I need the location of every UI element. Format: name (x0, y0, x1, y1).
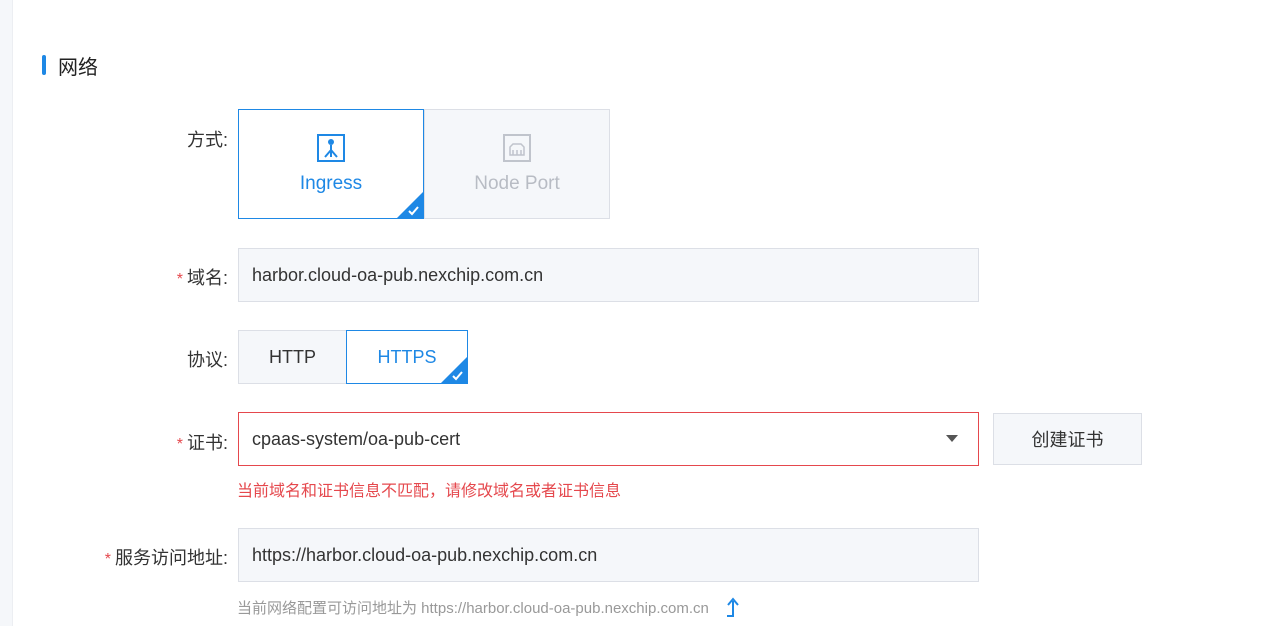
required-mark: * (176, 436, 183, 453)
certificate-select[interactable]: cpaas-system/oa-pub-cert (238, 412, 979, 466)
protocol-option-https[interactable]: HTTPS (346, 330, 468, 384)
ingress-icon (317, 134, 345, 162)
protocol-option-label: HTTPS (377, 346, 437, 367)
selected-check-icon (397, 192, 423, 218)
certificate-label: * 证书: (177, 429, 228, 455)
jump-arrow-icon[interactable] (723, 596, 743, 618)
domain-input[interactable]: harbor.cloud-oa-pub.nexchip.com.cn (238, 248, 979, 302)
domain-label: * 域名: (177, 264, 228, 290)
protocol-option-label: HTTP (269, 346, 316, 367)
selected-check-icon (441, 357, 467, 383)
service-address-label-text: 服务访问地址: (114, 548, 228, 568)
required-mark: * (104, 551, 111, 568)
domain-label-text: 域名: (186, 268, 228, 288)
service-address-hint-text: 当前网络配置可访问地址为 https://harbor.cloud-oa-pub… (237, 599, 709, 617)
required-mark: * (176, 271, 183, 288)
protocol-label: 协议: (186, 350, 228, 370)
certificate-label-text: 证书: (186, 433, 228, 453)
left-gutter (0, 0, 13, 626)
service-address-input[interactable]: https://harbor.cloud-oa-pub.nexchip.com.… (238, 528, 979, 582)
protocol-option-http[interactable]: HTTP (238, 330, 347, 384)
section-network: 网络 (42, 50, 98, 80)
service-address-input-value: https://harbor.cloud-oa-pub.nexchip.com.… (252, 544, 598, 565)
section-accent-bar (42, 55, 46, 75)
certificate-select-value: cpaas-system/oa-pub-cert (252, 428, 461, 449)
service-address-hint: 当前网络配置可访问地址为 https://harbor.cloud-oa-pub… (237, 596, 743, 618)
mode-option-label: Node Port (474, 173, 560, 194)
section-title: 网络 (58, 56, 98, 79)
mode-option-label: Ingress (299, 173, 363, 194)
certificate-error-message: 当前域名和证书信息不匹配，请修改域名或者证书信息 (237, 483, 622, 500)
mode-option-node-port[interactable]: Node Port (424, 109, 610, 219)
mode-label: 方式: (186, 130, 228, 150)
domain-input-value: harbor.cloud-oa-pub.nexchip.com.cn (252, 264, 544, 285)
service-address-label: * 服务访问地址: (105, 544, 228, 570)
node-port-icon (503, 134, 531, 162)
mode-option-ingress[interactable]: Ingress (238, 109, 424, 219)
create-certificate-button[interactable]: 创建证书 (993, 413, 1142, 465)
dropdown-caret-icon (946, 435, 958, 442)
